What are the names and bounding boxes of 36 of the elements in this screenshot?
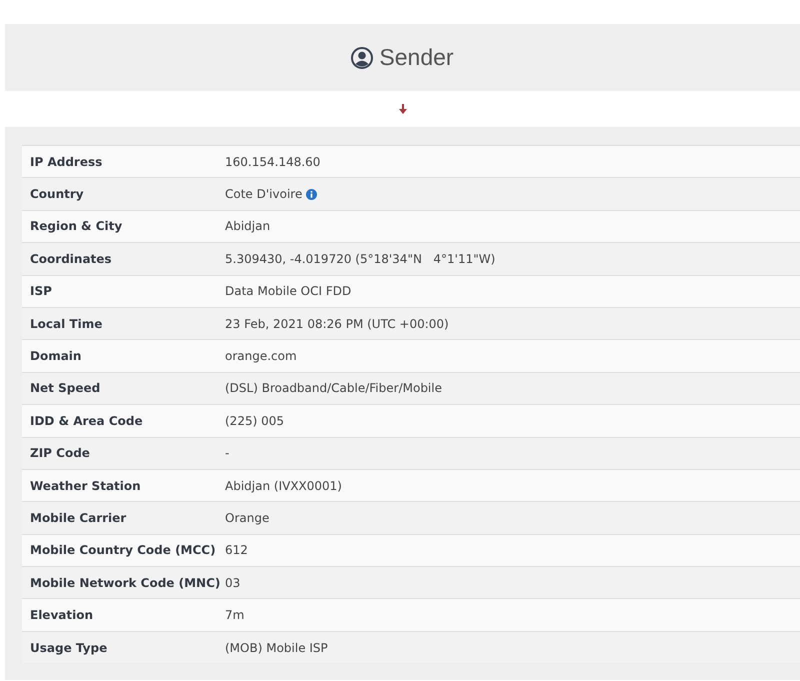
section-title: Sender bbox=[379, 44, 454, 71]
field-value: Data Mobile OCI FDD bbox=[225, 284, 352, 298]
field-label: Weather Station bbox=[29, 478, 142, 493]
field-value: Orange bbox=[225, 510, 270, 525]
field-label: Mobile Carrier bbox=[29, 510, 128, 525]
field-value: (225) 005 bbox=[225, 414, 284, 428]
field-label: ZIP Code bbox=[29, 446, 91, 460]
field-value: Abidjan bbox=[225, 219, 270, 234]
field-value: (DSL) Broadband/Cable/Fiber/Mobile bbox=[225, 381, 442, 396]
field-label: Coordinates bbox=[29, 252, 113, 266]
field-label: Mobile Network Code (MNC) bbox=[29, 576, 222, 590]
field-label: IDD & Area Code bbox=[29, 414, 144, 428]
user-icon bbox=[351, 46, 374, 68]
field-value: 7m bbox=[225, 608, 244, 622]
field-label: Local Time bbox=[29, 316, 104, 331]
arrow-down-icon bbox=[398, 104, 408, 114]
field-label: Region & City bbox=[29, 219, 124, 234]
field-value: 160.154.148.60 bbox=[225, 154, 320, 169]
field-value: Cote D'ivoire bbox=[225, 187, 302, 202]
field-value: orange.com bbox=[225, 349, 297, 364]
field-label: Mobile Country Code (MCC) bbox=[29, 543, 217, 558]
field-label: Usage Type bbox=[29, 640, 108, 655]
field-value: Abidjan (IVXX0001) bbox=[225, 478, 342, 493]
field-value: - bbox=[225, 446, 230, 460]
field-value: 5.309430, -4.019720 (5°18'34"N 4°1'11"W) bbox=[225, 252, 496, 266]
field-label: Net Speed bbox=[29, 381, 102, 396]
field-value: (MOB) Mobile ISP bbox=[225, 640, 328, 655]
field-value: 03 bbox=[225, 576, 240, 590]
field-label: IP Address bbox=[29, 154, 104, 169]
field-value: 23 Feb, 2021 08:26 PM (UTC +00:00) bbox=[225, 316, 449, 331]
field-value: 612 bbox=[225, 543, 248, 558]
info-icon[interactable] bbox=[306, 188, 318, 200]
field-label: Domain bbox=[29, 349, 82, 364]
field-label: ISP bbox=[29, 284, 53, 298]
field-label: Country bbox=[29, 187, 85, 202]
field-label: Elevation bbox=[29, 608, 94, 622]
